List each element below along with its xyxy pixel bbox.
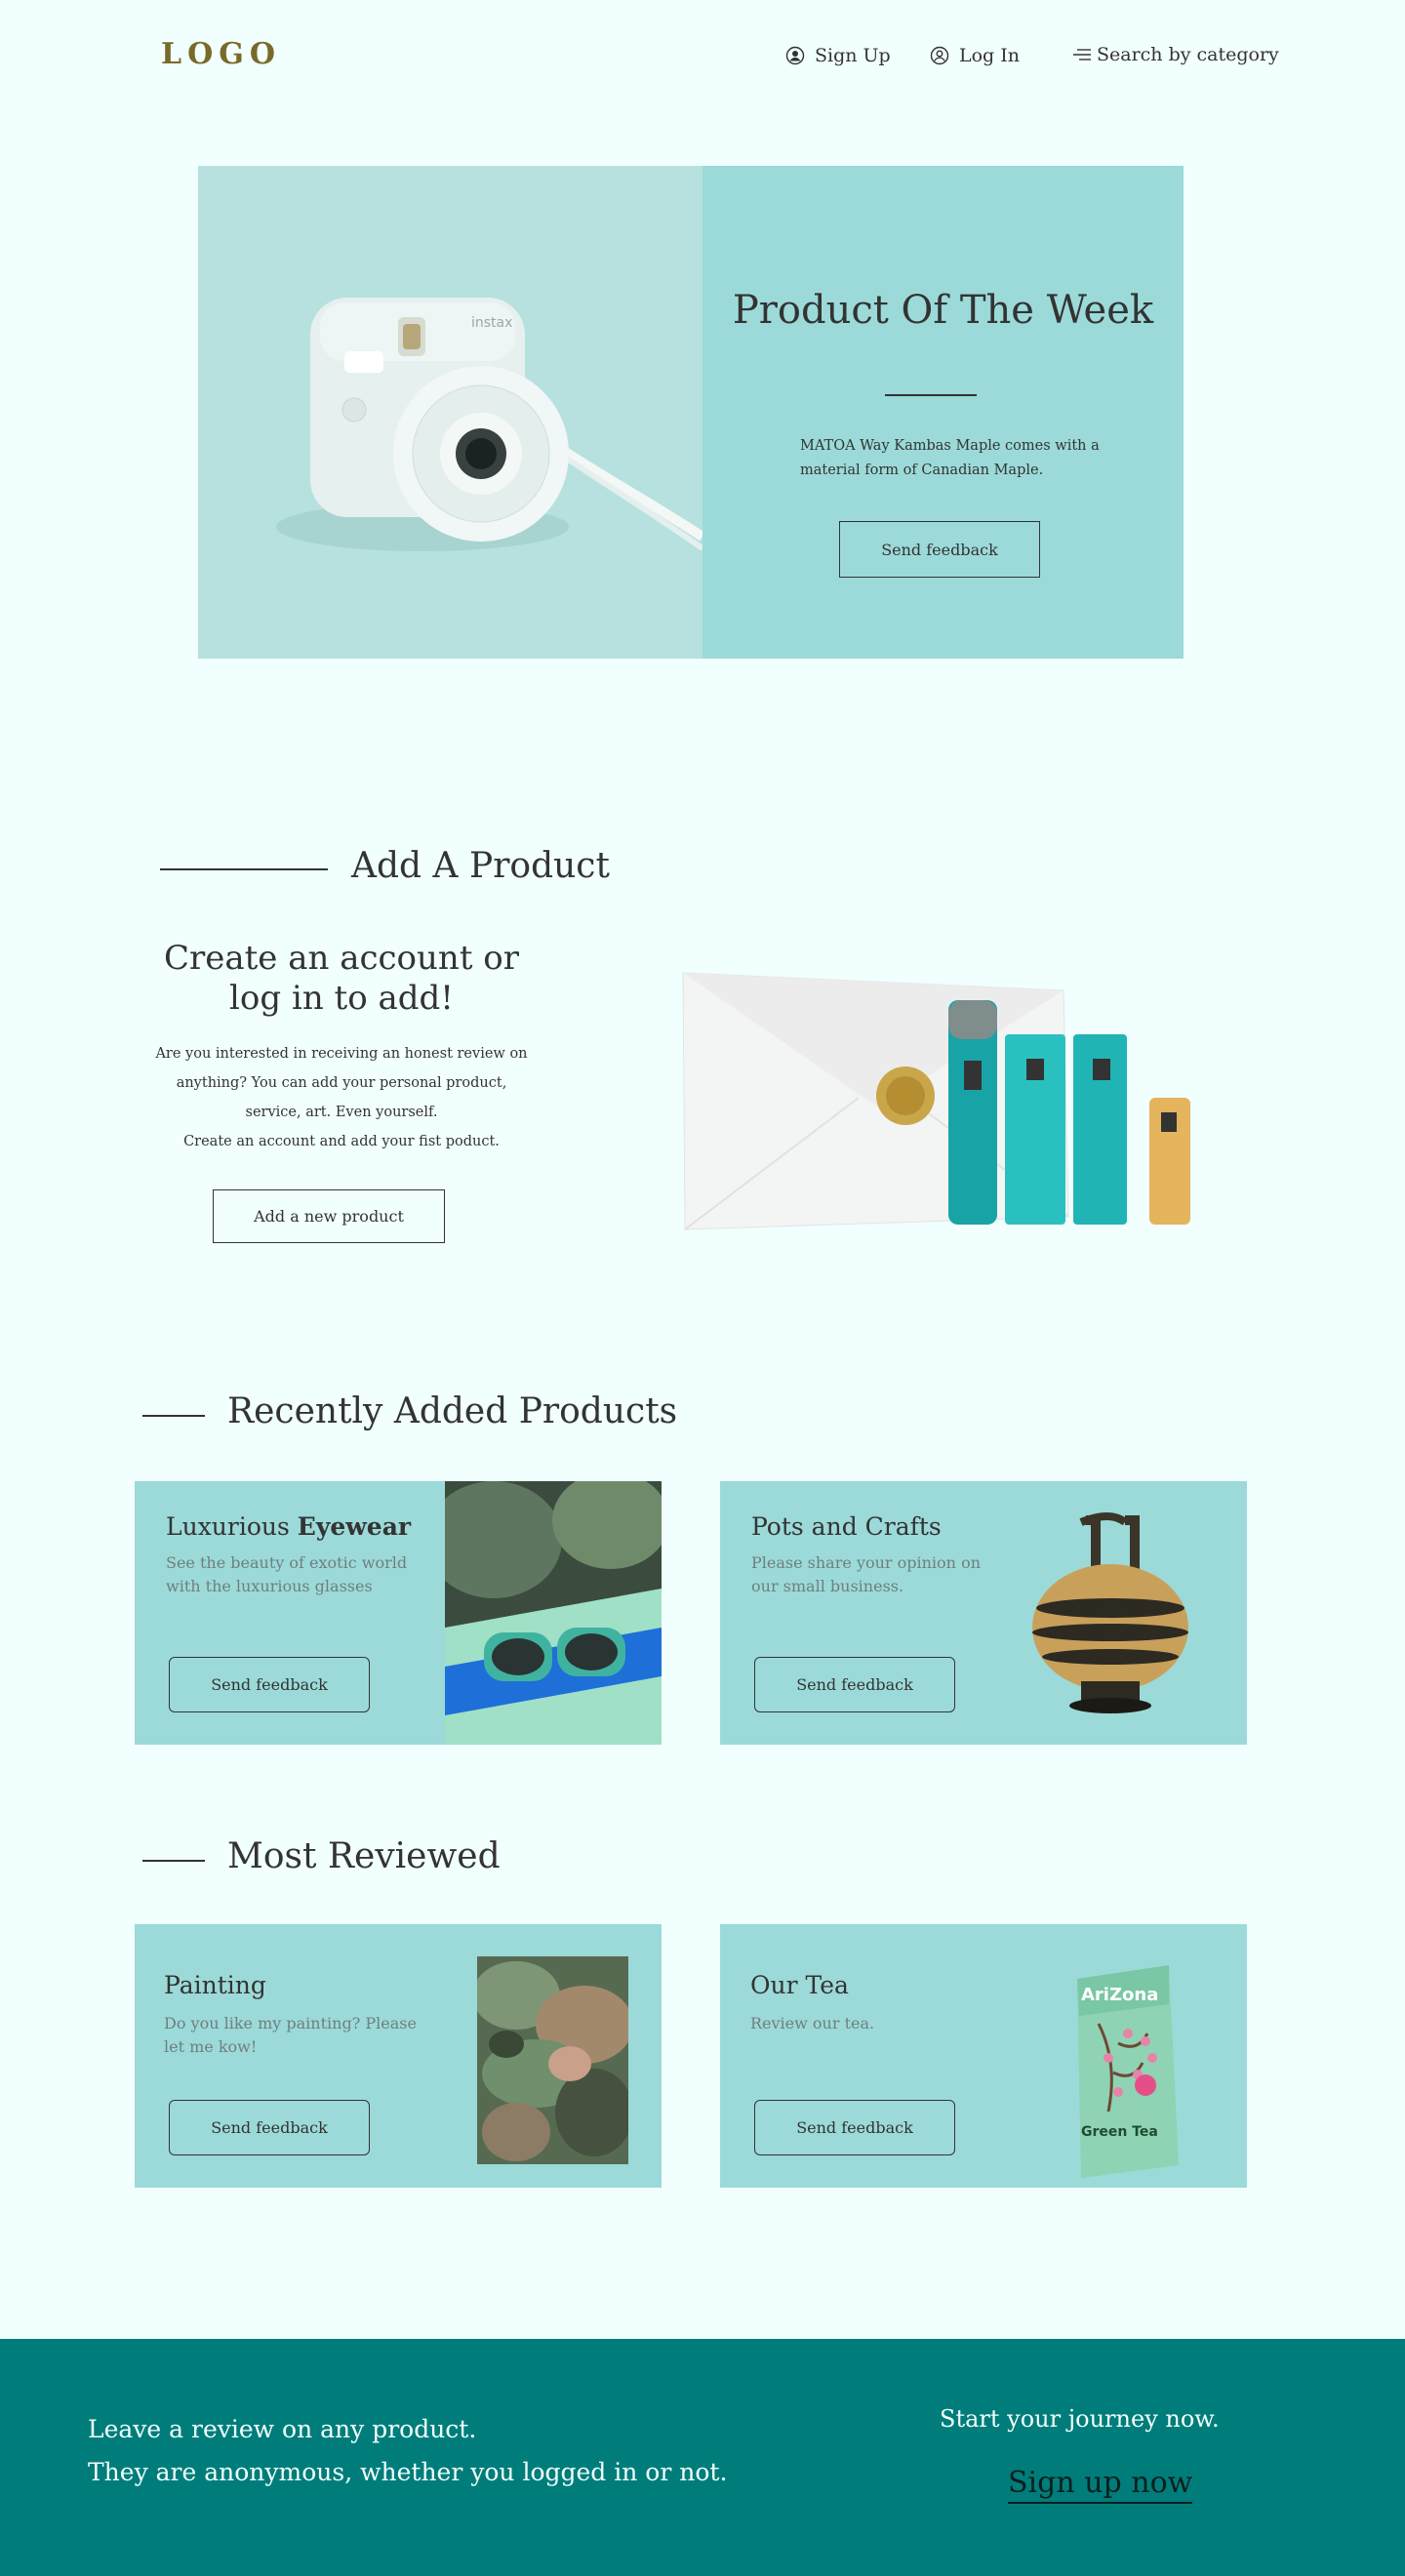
product-card: Pots and Crafts Please share your opinio… — [720, 1481, 1247, 1745]
add-product-text: Are you interested in receiving an hones… — [146, 1039, 537, 1156]
most-reviewed-section-title: Most Reviewed — [227, 1836, 501, 1876]
footer-line-1: Leave a review on any product. — [88, 2415, 477, 2443]
add-product-section-title: Add A Product — [351, 846, 610, 886]
sign-up-now-link[interactable]: Sign up now — [1008, 2466, 1193, 2504]
cosmetics-gift-set-image — [673, 961, 1210, 1244]
ancient-jar-image — [1027, 1510, 1193, 1715]
card-description: Do you like my painting? Please let me k… — [164, 2014, 417, 2056]
abstract-painting-image — [472, 1956, 633, 2164]
add-product-text-line: service, art. Even yourself. — [245, 1105, 438, 1120]
add-product-text-line: Create an account and add your fist podu… — [183, 1134, 500, 1149]
section-divider — [160, 868, 328, 870]
card-title-regular: Luxurious — [166, 1512, 298, 1541]
send-feedback-button[interactable]: Send feedback — [754, 1657, 955, 1712]
product-of-the-week: instax Product Of The Week MATOA Way Kam… — [198, 166, 1184, 659]
add-product-heading: Create an account or log in to add! — [163, 939, 520, 1018]
sign-up-label: Sign Up — [815, 45, 891, 66]
product-card: Our Tea Review our tea. Send feedback Ar… — [720, 1924, 1247, 2188]
menu-lines-icon — [1073, 48, 1091, 61]
hero-description: MATOA Way Kambas Maple comes with a mate… — [800, 438, 1100, 478]
card-description: See the beauty of exotic world with the … — [166, 1553, 408, 1595]
hero-title: Product Of The Week — [732, 288, 1154, 333]
send-feedback-button[interactable]: Send feedback — [169, 2100, 370, 2155]
sunglasses-image — [425, 1481, 662, 1745]
search-by-category[interactable]: Search by category — [1073, 44, 1279, 65]
add-product-text-line: anything? You can add your personal prod… — [176, 1075, 507, 1091]
search-by-category-label: Search by category — [1097, 44, 1279, 65]
log-in-link[interactable]: Log In — [930, 45, 1020, 66]
log-in-label: Log In — [959, 45, 1021, 66]
card-title-bold: Eyewear — [297, 1512, 412, 1541]
send-feedback-button[interactable]: Send feedback — [169, 1657, 370, 1712]
footer-journey-text: Start your journey now. — [940, 2405, 1220, 2433]
recent-section-title: Recently Added Products — [227, 1391, 678, 1431]
instant-camera-image: instax — [198, 166, 702, 659]
user-outline-icon — [930, 46, 949, 65]
card-description: Please share your opinion on our small b… — [751, 1553, 981, 1595]
svg-text:instax: instax — [471, 315, 512, 331]
tea-carton-image: AriZona Green Tea — [1069, 1965, 1182, 2178]
user-icon — [785, 46, 805, 65]
product-card: Luxurious Eyewear See the beauty of exot… — [135, 1481, 662, 1745]
tea-product-text: Green Tea — [1081, 2124, 1158, 2140]
section-divider — [142, 1860, 205, 1862]
divider — [885, 394, 977, 396]
hero-panel: Product Of The Week MATOA Way Kambas Map… — [702, 166, 1184, 659]
sign-up-link[interactable]: Sign Up — [785, 45, 891, 66]
card-title: Painting — [164, 1971, 266, 1999]
logo[interactable]: LOGO — [161, 37, 281, 71]
add-new-product-button[interactable]: Add a new product — [213, 1189, 445, 1243]
footer: Leave a review on any product. They are … — [0, 2339, 1405, 2576]
product-card: Painting Do you like my painting? Please… — [135, 1924, 662, 2188]
send-feedback-button[interactable]: Send feedback — [754, 2100, 955, 2155]
section-divider — [142, 1415, 205, 1417]
footer-line-2: They are anonymous, whether you logged i… — [88, 2458, 728, 2486]
card-description: Review our tea. — [750, 2014, 875, 2033]
card-title: Luxurious Eyewear — [166, 1512, 411, 1541]
add-product-text-line: Are you interested in receiving an hones… — [155, 1046, 528, 1062]
card-title: Pots and Crafts — [751, 1512, 942, 1541]
send-feedback-button[interactable]: Send feedback — [839, 521, 1040, 578]
tea-brand-text: AriZona — [1081, 1985, 1158, 2005]
card-title: Our Tea — [750, 1971, 849, 1999]
